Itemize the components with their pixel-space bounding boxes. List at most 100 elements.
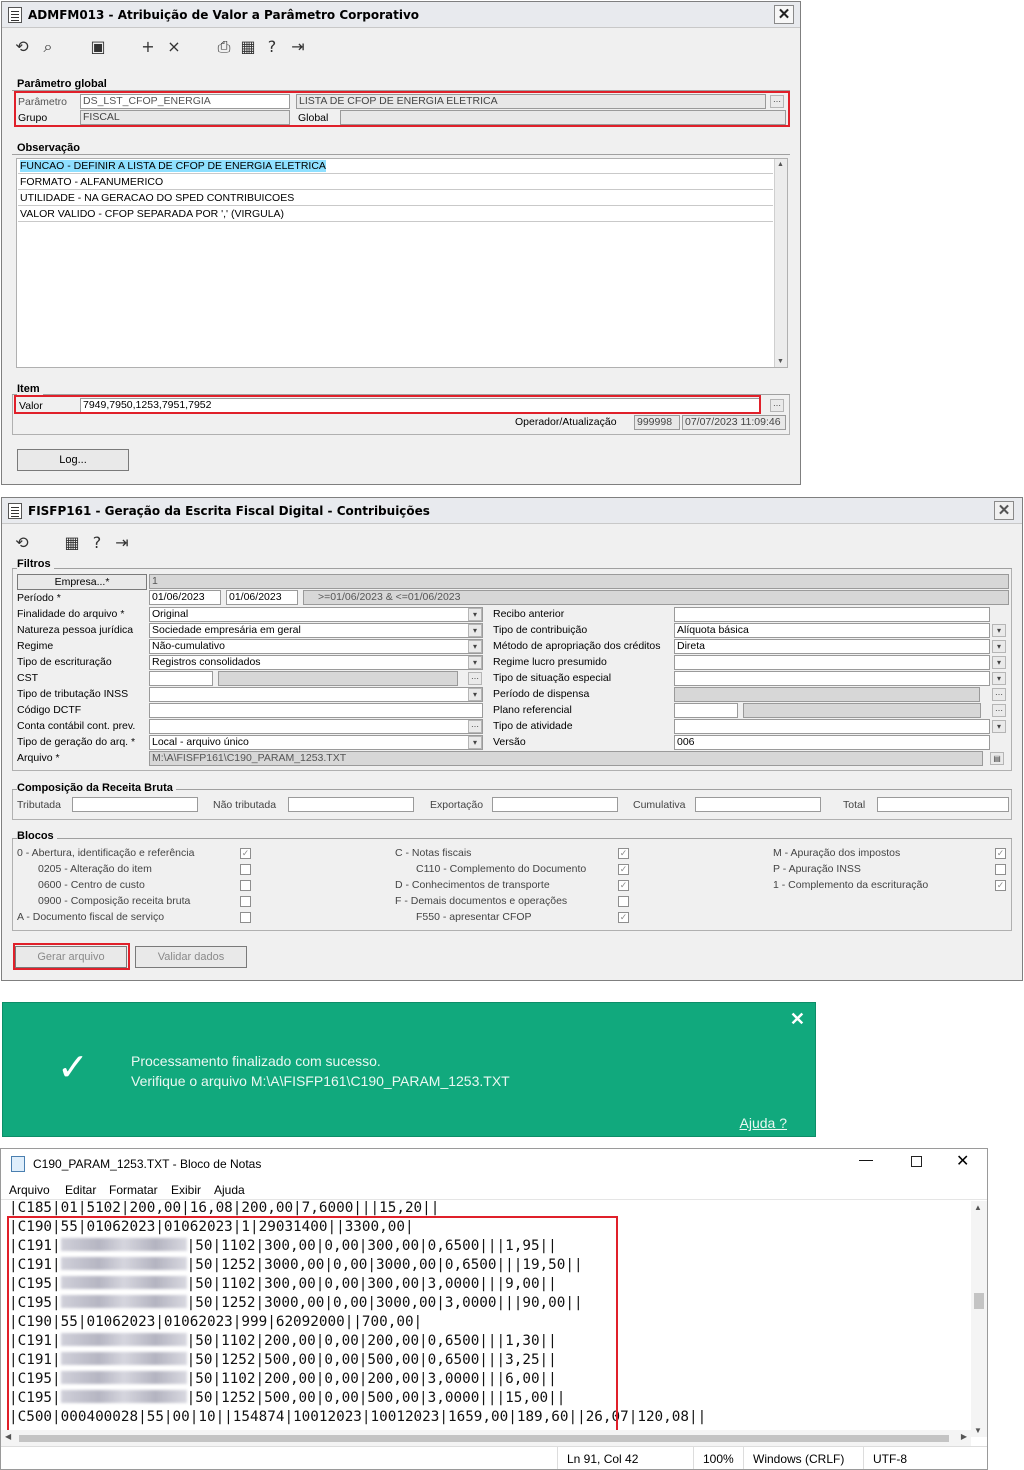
dropdown-arrow-icon[interactable]: ▾ [468,624,482,637]
composicao-field[interactable] [695,797,821,812]
bloco-checkbox[interactable] [618,896,629,907]
dropdown-arrow-icon[interactable]: ▾ [992,624,1006,637]
composicao-field[interactable] [492,797,618,812]
add-icon[interactable]: + [138,37,158,57]
parametro-lookup-icon[interactable]: ⋯ [770,95,784,108]
bloco-checkbox[interactable]: ✓ [995,848,1006,859]
scroll-left-icon[interactable]: ◀ [5,1432,11,1441]
validar-dados-button[interactable]: Validar dados [135,946,247,968]
scroll-down-icon[interactable]: ▼ [777,358,784,365]
bloco-checkbox[interactable]: ✓ [618,864,629,875]
print-icon[interactable]: ⎙ [214,37,234,57]
calendar-icon[interactable]: ▦ [62,533,82,553]
valor-field[interactable]: 7949,7950,1253,7951,7952 [80,398,760,413]
scroll-up-icon[interactable]: ▲ [974,1203,982,1212]
dropdown-arrow-icon[interactable]: ▾ [468,608,482,621]
filter-field[interactable] [149,671,213,686]
filter-field[interactable] [674,687,980,702]
lookup-icon[interactable]: ⋯ [468,672,482,685]
filter-field[interactable]: Sociedade empresária em geral [149,623,483,638]
dropdown-arrow-icon[interactable]: ▾ [992,656,1006,669]
calendar-icon[interactable]: ▦ [238,37,258,57]
parametro-field[interactable]: DS_LST_CFOP_ENERGIA [80,94,290,109]
valor-lookup-icon[interactable]: ⋯ [770,399,784,412]
lookup-icon[interactable]: ⋯ [992,688,1006,701]
maximize-icon[interactable] [911,1156,922,1167]
observacao-scrollbar[interactable]: ▲ ▼ [774,159,787,367]
filter-field[interactable] [674,703,738,718]
composicao-field[interactable] [877,797,1009,812]
search-icon[interactable]: ⌕ [38,37,58,57]
filter-field[interactable]: Registros consolidados [149,655,483,670]
obs-line[interactable]: VALOR VALIDO - CFOP SEPARADA POR ',' (VI… [18,207,773,222]
text-area[interactable]: |C185|01|5102|200,00|16,08|200,00|7,6000… [1,1199,969,1439]
hscroll-thumb[interactable] [19,1435,949,1442]
menu-formatar[interactable]: Formatar [109,1183,158,1197]
menu-arquivo[interactable]: Arquivo [9,1183,50,1197]
composicao-field[interactable] [288,797,414,812]
bloco-checkbox[interactable] [240,864,251,875]
scroll-up-icon[interactable]: ▲ [777,161,784,168]
obs-line[interactable]: FORMATO - ALFANUMERICO [18,175,773,190]
dropdown-arrow-icon[interactable]: ▾ [468,688,482,701]
filter-field[interactable]: Direta [674,639,990,654]
save-icon[interactable]: ▣ [88,37,108,57]
dropdown-arrow-icon[interactable]: ▾ [468,656,482,669]
dropdown-arrow-icon[interactable]: ▾ [992,720,1006,733]
bloco-checkbox[interactable]: ✓ [618,848,629,859]
dropdown-arrow-icon[interactable]: ▾ [468,640,482,653]
exit-icon[interactable]: ⇥ [112,533,132,553]
bloco-checkbox[interactable]: ✓ [240,848,251,859]
minimize-icon[interactable]: — [859,1151,873,1167]
scroll-thumb[interactable] [974,1293,984,1309]
exit-icon[interactable]: ⇥ [288,37,308,57]
obs-line[interactable]: UTILIDADE - NA GERACAO DO SPED CONTRIBUI… [18,191,773,206]
obs-line[interactable]: FUNCAO - DEFINIR A LISTA DE CFOP DE ENER… [18,159,773,174]
vertical-scrollbar[interactable]: ▲ ▼ [971,1201,987,1437]
filter-field[interactable] [674,607,990,622]
filter-field[interactable] [149,719,483,734]
filter-field[interactable] [149,687,483,702]
filter-field[interactable] [674,719,990,734]
close-button[interactable]: ✕ [994,501,1014,520]
bloco-checkbox[interactable]: ✓ [995,880,1006,891]
filter-field[interactable] [674,655,990,670]
horizontal-scrollbar[interactable]: ◀ ▶ [1,1430,971,1446]
toast-close-icon[interactable]: ✕ [790,1009,805,1030]
help-link[interactable]: Ajuda ? [740,1115,787,1131]
dropdown-arrow-icon[interactable]: ▾ [992,672,1006,685]
filter-field[interactable]: Original [149,607,483,622]
bloco-checkbox[interactable] [240,896,251,907]
filter-field[interactable] [149,703,483,718]
dropdown-arrow-icon[interactable]: ▾ [468,736,482,749]
filter-field[interactable] [674,671,990,686]
bloco-checkbox[interactable] [240,912,251,923]
scroll-down-icon[interactable]: ▼ [974,1426,982,1435]
delete-icon[interactable]: × [164,37,184,57]
periodo-to-field[interactable]: 01/06/2023 [226,590,298,605]
dropdown-arrow-icon[interactable]: ▾ [992,640,1006,653]
filter-field[interactable]: Não-cumulativo [149,639,483,654]
browse-file-icon[interactable]: ▤ [990,752,1004,765]
close-icon[interactable]: ✕ [956,1151,969,1171]
lookup-icon[interactable]: ⋯ [468,720,482,733]
undo-icon[interactable]: ⟲ [12,37,32,57]
empresa-button[interactable]: Empresa...* [17,574,147,590]
close-button[interactable]: ✕ [774,5,794,24]
periodo-from-field[interactable]: 01/06/2023 [149,590,221,605]
log-button[interactable]: Log... [17,449,129,471]
menu-ajuda[interactable]: Ajuda [214,1183,245,1197]
bloco-checkbox[interactable]: ✓ [618,912,629,923]
undo-icon[interactable]: ⟲ [12,533,32,553]
lookup-icon[interactable]: ⋯ [992,704,1006,717]
composicao-field[interactable] [72,797,198,812]
filter-field[interactable]: Alíquota básica [674,623,990,638]
gerar-arquivo-button[interactable]: Gerar arquivo [15,946,127,968]
scroll-right-icon[interactable]: ▶ [961,1432,967,1441]
menu-editar[interactable]: Editar [65,1183,96,1197]
bloco-checkbox[interactable] [240,880,251,891]
bloco-checkbox[interactable] [995,864,1006,875]
bloco-checkbox[interactable]: ✓ [618,880,629,891]
help-icon[interactable]: ? [262,37,282,57]
filter-field[interactable]: 006 [674,735,990,750]
